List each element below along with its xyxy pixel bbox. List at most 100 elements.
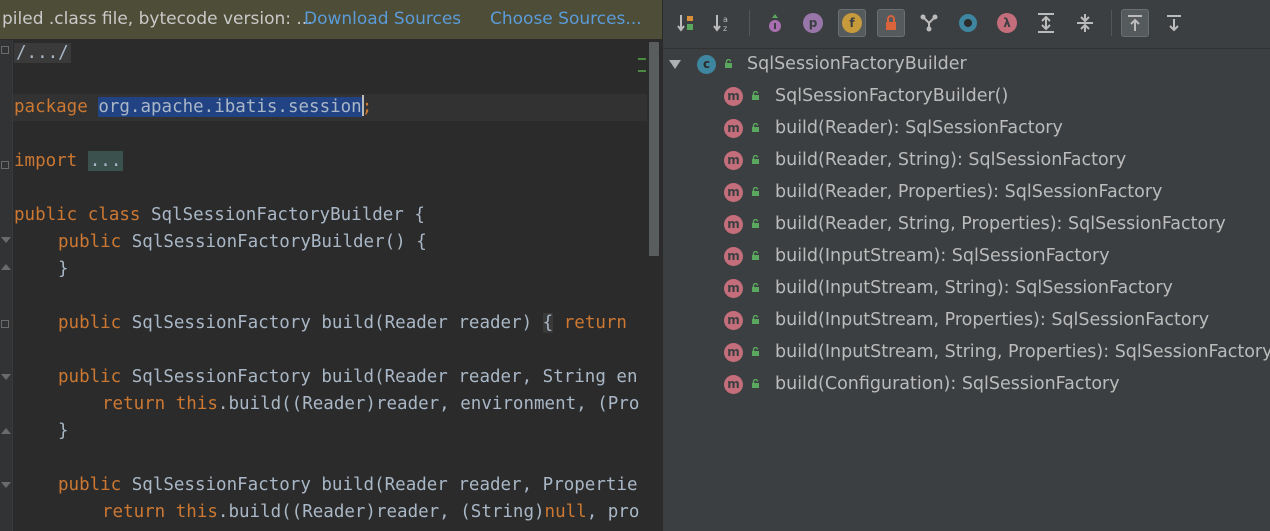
method-body: , pro <box>586 502 640 522</box>
tree-method-node[interactable]: m build(InputStream, String): SqlSessionF… <box>663 272 1270 304</box>
public-access-icon <box>752 347 759 356</box>
public-access-icon <box>752 251 759 260</box>
fold-arrow-icon[interactable] <box>1 482 11 488</box>
fold-arrow-icon[interactable] <box>1 237 11 243</box>
collapse-all-icon <box>1077 14 1093 32</box>
expand-arrow-icon[interactable] <box>669 60 681 69</box>
fold-arrow-icon[interactable] <box>1 264 11 270</box>
method-icon: m <box>724 119 743 138</box>
tree-method-node[interactable]: m build(Reader, Properties): SqlSessionFa… <box>663 176 1270 208</box>
method-icon: m <box>724 343 743 362</box>
editor-scrollbar-thumb[interactable] <box>649 42 659 256</box>
show-fields-icon: f <box>842 13 862 33</box>
fold-marker-icon[interactable] <box>1 46 9 54</box>
svg-text:a: a <box>723 15 728 24</box>
keyword: public <box>58 313 122 333</box>
method-icon: m <box>724 375 743 394</box>
code-line: package org.apache.ibatis.session; <box>14 94 372 121</box>
autoscroll-from-source-icon <box>1167 15 1181 32</box>
tree-method-node[interactable]: m build(InputStream, String, Properties):… <box>663 336 1270 368</box>
code-line: } <box>58 418 69 445</box>
folded-brace[interactable]: { <box>542 313 554 333</box>
code-line: import ... <box>14 148 124 175</box>
keyword: return <box>102 394 166 414</box>
show-interfaces-icon <box>959 14 977 32</box>
code-line: public SqlSessionFactoryBuilder() { <box>58 229 427 256</box>
folded-header-comment[interactable]: /.../ <box>14 43 71 63</box>
method-icon: m <box>724 311 743 330</box>
toolbar-separator <box>749 10 750 36</box>
method-body: .build((Reader)reader, (String) <box>217 502 545 522</box>
method-icon: m <box>724 215 743 234</box>
code-line: public SqlSessionFactory build(Reader re… <box>58 472 637 499</box>
method-declaration: SqlSessionFactory build(Reader reader) <box>121 313 543 333</box>
autoscroll-from-source-button[interactable] <box>1160 9 1188 37</box>
tree-method-node[interactable]: m build(Reader, String, Properties): SqlS… <box>663 208 1270 240</box>
method-signature: build(Configuration): SqlSessionFactory <box>775 374 1120 394</box>
closing-brace: } <box>58 259 69 279</box>
editor-gutter[interactable] <box>0 40 13 531</box>
banner-message: piled .class file, bytecode version: ... <box>2 9 313 29</box>
tree-method-node[interactable]: m build(InputStream): SqlSessionFactory <box>663 240 1270 272</box>
show-properties-button[interactable]: p <box>799 9 827 37</box>
method-signature: build(Reader, Properties): SqlSessionFac… <box>775 182 1163 202</box>
keyword: public <box>58 367 122 387</box>
method-signature: build(InputStream, String, Properties): … <box>775 342 1270 362</box>
folded-imports[interactable]: ... <box>87 151 124 171</box>
code-editor[interactable]: piled .class file, bytecode version: ...… <box>0 0 662 531</box>
show-inherited-button[interactable] <box>761 9 789 37</box>
public-access-icon <box>725 59 732 68</box>
choose-sources-link[interactable]: Choose Sources... <box>490 0 642 39</box>
fold-arrow-icon[interactable] <box>1 428 11 434</box>
sort-by-visibility-button[interactable] <box>673 9 701 37</box>
public-access-icon <box>752 123 759 132</box>
code-text[interactable]: /.../ package org.apache.ibatis.session;… <box>14 40 639 522</box>
method-signature: build(InputStream, Properties): SqlSessi… <box>775 310 1210 330</box>
show-interfaces-button[interactable] <box>954 9 982 37</box>
collapse-all-button[interactable] <box>1071 9 1099 37</box>
show-non-public-icon <box>886 15 896 30</box>
method-signature: build(InputStream): SqlSessionFactory <box>775 246 1110 266</box>
tree-method-node[interactable]: m build(Configuration): SqlSessionFactory <box>663 368 1270 400</box>
method-icon: m <box>724 87 743 106</box>
sort-alphabetically-button[interactable]: a z <box>709 9 737 37</box>
constructor-declaration: SqlSessionFactoryBuilder() { <box>121 232 427 252</box>
class-name: SqlSessionFactoryBuilder <box>747 54 967 74</box>
show-lambdas-button[interactable]: λ <box>993 9 1021 37</box>
fold-marker-icon[interactable] <box>1 161 9 169</box>
tree-method-node[interactable]: m build(Reader): SqlSessionFactory <box>663 112 1270 144</box>
show-fields-button[interactable]: f <box>838 9 866 37</box>
method-signature: build(Reader, String): SqlSessionFactory <box>775 150 1127 170</box>
download-sources-link[interactable]: Download Sources <box>304 0 461 39</box>
fold-marker-icon[interactable] <box>1 320 9 328</box>
expand-all-button[interactable] <box>1032 9 1060 37</box>
keyword: return <box>102 502 166 522</box>
fold-arrow-icon[interactable] <box>1 374 11 380</box>
keyword: package <box>14 97 88 117</box>
method-body: .build((Reader)reader, environment, (Pro <box>217 394 640 414</box>
show-inherited-icon <box>769 14 781 32</box>
show-non-public-button[interactable] <box>877 9 905 37</box>
svg-text:z: z <box>723 24 727 33</box>
keyword: null <box>544 502 587 522</box>
keyword: this <box>175 502 218 522</box>
tree-method-node[interactable]: m build(InputStream, Properties): SqlSess… <box>663 304 1270 336</box>
tree-class-node[interactable]: c SqlSessionFactoryBuilder <box>663 48 1270 80</box>
keyword: public <box>58 475 122 495</box>
method-signature: build(Reader, String, Properties): SqlSe… <box>775 214 1226 234</box>
tree-method-node[interactable]: m SqlSessionFactoryBuilder() <box>663 80 1270 112</box>
method-icon: m <box>724 151 743 170</box>
semicolon: ; <box>361 97 373 117</box>
public-access-icon <box>752 187 759 196</box>
show-anonymous-classes-button[interactable] <box>915 9 943 37</box>
keyword: return <box>563 313 627 333</box>
selected-package-name: org.apache.ibatis.session <box>98 97 362 117</box>
code-line: public SqlSessionFactory build(Reader re… <box>58 310 627 337</box>
keyword: this <box>175 394 218 414</box>
tree-method-node[interactable]: m build(Reader, String): SqlSessionFactor… <box>663 144 1270 176</box>
code-line: public class SqlSessionFactoryBuilder { <box>14 202 425 229</box>
structure-toolbar: a z p f λ <box>663 0 1270 49</box>
closing-brace: } <box>58 421 69 441</box>
autoscroll-to-source-button[interactable] <box>1121 9 1149 37</box>
public-access-icon <box>752 91 759 100</box>
